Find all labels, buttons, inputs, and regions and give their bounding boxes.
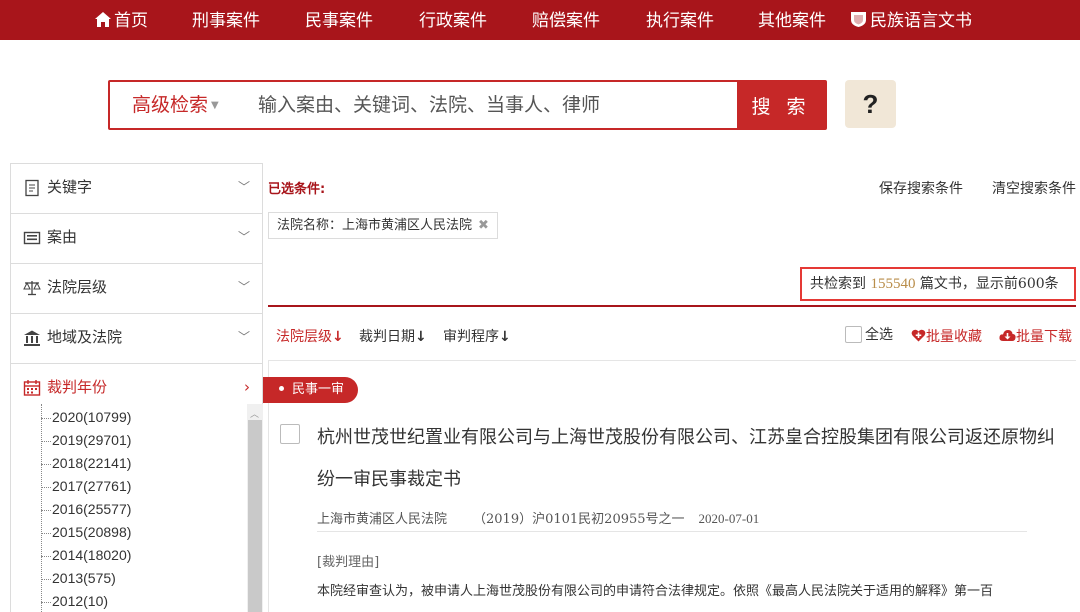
nav-civil[interactable]: 民事案件 [305, 0, 373, 40]
scroll-up-icon[interactable]: ︿ [250, 407, 259, 420]
court-name: 上海市黄浦区人民法院 [317, 512, 448, 527]
advanced-search-dropdown[interactable]: 高级检索 ▼ [132, 82, 219, 128]
batch-download-label: 批量下载 [1016, 329, 1072, 345]
sort-toolbar: 法院层级↓ 裁判日期↓ 审判程序↓ 全选 批量收藏 批量下载 [268, 322, 1076, 348]
nav-compensation[interactable]: 赔偿案件 [532, 0, 600, 40]
sort-procedure[interactable]: 审判程序↓ [443, 326, 511, 346]
select-all-label: 全选 [865, 327, 893, 343]
checkbox[interactable] [845, 326, 862, 343]
year-item[interactable]: 2017(27761) [41, 475, 131, 498]
case-number: （2019）沪0101民初20955号之一 [473, 512, 685, 527]
batch-download-button[interactable]: 批量下载 [999, 326, 1072, 346]
list-icon [23, 231, 41, 245]
select-all-checkbox[interactable]: 全选 [845, 324, 893, 344]
result-card: 民事一审 杭州世茂世纪置业有限公司与上海世茂股份有限公司、江苏皇合控股集团有限公… [263, 360, 1076, 612]
result-suffix: 篇文书，显示前600条 [919, 276, 1059, 292]
year-item[interactable]: 2015(20898) [41, 521, 131, 544]
sidebar-label-cause: 案由 [47, 228, 78, 246]
dot-icon [279, 386, 284, 391]
home-icon [95, 12, 111, 27]
chevron-down-icon: ﹀ [237, 230, 250, 244]
sort-court-level[interactable]: 法院层级↓ [276, 326, 344, 346]
card-divider [317, 531, 1027, 532]
sort-judgment-date[interactable]: 裁判日期↓ [359, 326, 427, 346]
year-list-scrollbar[interactable]: ︿ [247, 404, 263, 612]
cloud-download-icon [999, 330, 1016, 341]
filter-sidebar: 关键字 ﹀ 案由 ﹀ 法院层级 ﹀ 地域及法院 ﹀ 裁判年份 › 2020(10… [10, 163, 263, 612]
arrow-down-icon: ↓ [415, 329, 427, 345]
top-navigation: 首页 刑事案件 民事案件 行政案件 赔偿案件 执行案件 其他案件 民族语言文书 [0, 0, 1080, 40]
batch-favorite-label: 批量收藏 [926, 329, 982, 345]
judgment-date: 2020-07-01 [698, 511, 760, 526]
emblem-icon [851, 12, 866, 27]
search-input[interactable] [258, 90, 728, 120]
chevron-down-icon: ﹀ [237, 330, 250, 344]
year-item[interactable]: 2013(575) [41, 567, 116, 590]
sort-procedure-label: 审判程序 [443, 329, 499, 345]
document-icon [25, 179, 39, 197]
result-count: 共检索到 155540 篇文书，显示前600条 [800, 267, 1076, 301]
result-checkbox[interactable] [280, 424, 300, 444]
selected-conditions-label: 已选条件: [268, 182, 326, 197]
sidebar-label-region-court: 地域及法院 [47, 328, 123, 346]
year-item[interactable]: 2016(25577) [41, 498, 131, 521]
filter-tag-court: 法院名称：上海市黄浦区人民法院 ✖ [268, 212, 498, 239]
year-item[interactable]: 2019(29701) [41, 429, 131, 452]
arrow-down-icon: ↓ [332, 329, 344, 345]
building-icon [24, 330, 40, 346]
nav-home[interactable]: 首页 [94, 0, 148, 40]
reason-label: [裁判理由] [317, 555, 380, 570]
year-tree: 2020(10799) 2019(29701) 2018(22141) 2017… [23, 404, 249, 612]
case-type-tag: 民事一审 [263, 377, 359, 403]
caret-down-icon: ▼ [211, 100, 219, 111]
nav-criminal[interactable]: 刑事案件 [192, 0, 260, 40]
clear-search-link[interactable]: 清空搜索条件 [992, 178, 1076, 198]
sidebar-item-court-level[interactable]: 法院层级 ﹀ [11, 264, 262, 314]
scales-icon [23, 281, 41, 296]
nav-ethnic-language[interactable]: 民族语言文书 [850, 0, 972, 40]
sidebar-item-keyword[interactable]: 关键字 ﹀ [11, 164, 262, 214]
nav-ethnic-label: 民族语言文书 [870, 11, 972, 31]
nav-other[interactable]: 其他案件 [758, 0, 826, 40]
close-icon[interactable]: ✖ [478, 218, 489, 233]
search-bar: 高级检索▼ 搜 索 [108, 80, 827, 130]
chevron-down-icon: ﹀ [237, 180, 250, 194]
year-item[interactable]: 2020(10799) [41, 406, 131, 429]
sidebar-label-keyword: 关键字 [47, 178, 93, 196]
nav-execution[interactable]: 执行案件 [646, 0, 714, 40]
nav-administrative[interactable]: 行政案件 [419, 0, 487, 40]
divider [268, 305, 1076, 307]
sidebar-label-court-level: 法院层级 [47, 278, 108, 296]
search-button[interactable]: 搜 索 [737, 82, 825, 128]
result-meta: 上海市黄浦区人民法院 （2019）沪0101民初20955号之一 2020-07-0… [317, 508, 785, 527]
result-title-link[interactable]: 杭州世茂世纪置业有限公司与上海世茂股份有限公司、江苏皇合控股集团有限公司返还原物… [317, 417, 1062, 501]
result-prefix: 共检索到 [810, 276, 866, 292]
calendar-icon [23, 380, 41, 396]
heart-plus-icon [911, 329, 926, 342]
result-number: 155540 [870, 276, 916, 292]
sort-court-level-label: 法院层级 [276, 329, 332, 345]
year-item[interactable]: 2014(18020) [41, 544, 131, 567]
year-item[interactable]: 2012(10) [41, 590, 108, 612]
scrollbar-thumb[interactable] [248, 420, 262, 612]
chevron-down-icon: ﹀ [237, 280, 250, 294]
save-search-link[interactable]: 保存搜索条件 [879, 178, 963, 198]
year-item[interactable]: 2018(22141) [41, 452, 131, 475]
advanced-search-label: 高级检索 [132, 94, 209, 116]
case-type-label: 民事一审 [292, 382, 345, 397]
nav-home-label: 首页 [114, 11, 148, 31]
filter-tag-label: 法院名称：上海市黄浦区人民法院 [277, 218, 473, 233]
sidebar-item-cause[interactable]: 案由 ﹀ [11, 214, 262, 264]
sidebar-item-region-court[interactable]: 地域及法院 ﹀ [11, 314, 262, 364]
help-button[interactable]: ? [845, 80, 896, 128]
batch-favorite-button[interactable]: 批量收藏 [911, 326, 982, 346]
reason-text: 本院经审查认为，被申请人上海世茂股份有限公司的申请符合法律规定。依照《最高人民法… [317, 584, 994, 599]
sort-date-label: 裁判日期 [359, 329, 415, 345]
arrow-down-icon: ↓ [499, 329, 511, 345]
